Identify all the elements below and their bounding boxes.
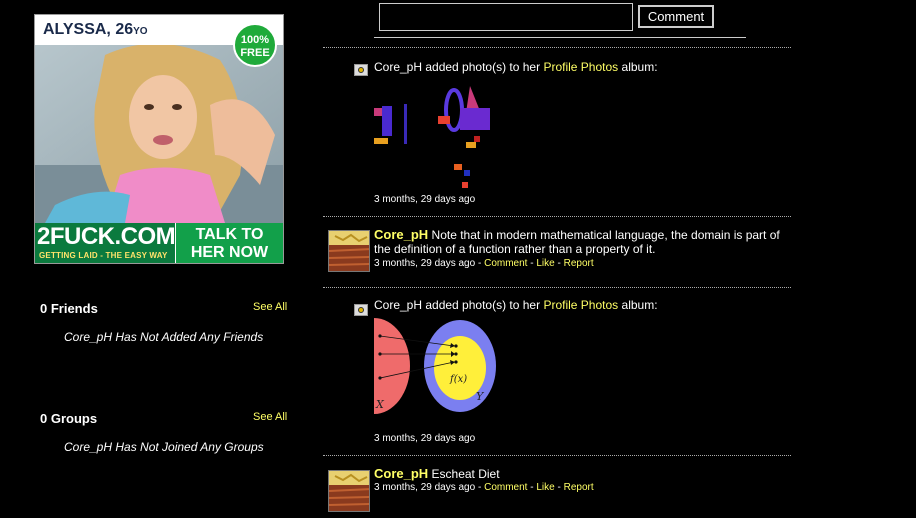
feed-meta: 3 months, 29 days ago - Comment - Like -… (374, 258, 594, 269)
ad-footer[interactable]: 2FUCK.COM GETTING LAID - THE EASY WAY TA… (35, 223, 283, 263)
ad-photo (35, 45, 283, 223)
avatar[interactable] (328, 470, 370, 512)
ad-banner[interactable]: ALYSSA, 26YO 100% FREE 2FUCK.COM GETTING… (34, 14, 284, 264)
feed-photo-thumbnail[interactable]: X f(x) Y (338, 316, 496, 416)
feed-divider (323, 455, 791, 456)
feed-activity-text: Core_pH added photo(s) to her Profile Ph… (374, 298, 658, 312)
comment-input[interactable] (379, 3, 633, 31)
feed-timestamp: 3 months, 29 days ago (374, 258, 476, 269)
feed-timestamp: 3 months, 29 days ago (374, 433, 476, 444)
friends-empty-message: Core_pH Has Not Added Any Friends (64, 330, 264, 344)
diagram-label-x: X (375, 398, 385, 411)
ad-cta-line1: TALK TO (195, 226, 264, 243)
ad-brand-logo: 2FUCK.COM (37, 223, 176, 250)
ad-badge: 100% FREE (233, 23, 277, 67)
like-link[interactable]: Like (536, 482, 554, 493)
report-link[interactable]: Report (564, 482, 594, 493)
feed-status-text: Core_pH Note that in modern mathematical… (374, 227, 780, 257)
profile-photos-link[interactable]: Profile Photos (543, 60, 618, 74)
ad-tagline: GETTING LAID - THE EASY WAY (39, 251, 168, 260)
feed-meta: 3 months, 29 days ago - Comment - Like -… (374, 482, 594, 493)
feed-status-text: Core_pH Escheat Diet (374, 466, 500, 482)
friends-see-all-link[interactable]: See All (253, 301, 287, 313)
photo-album-icon (354, 64, 368, 76)
comment-divider (374, 37, 746, 38)
feed-activity-text: Core_pH added photo(s) to her Profile Ph… (374, 60, 658, 74)
groups-title: 0 Groups (40, 411, 98, 426)
avatar[interactable] (328, 230, 370, 272)
diagram-label-fx: f(x) (449, 374, 467, 385)
photo-album-icon (354, 304, 368, 316)
report-link[interactable]: Report (564, 258, 594, 269)
profile-photos-link[interactable]: Profile Photos (543, 298, 618, 312)
groups-empty-message: Core_pH Has Not Joined Any Groups (64, 440, 264, 454)
feed-divider (323, 47, 791, 48)
username-link[interactable]: Core_pH (374, 466, 428, 481)
like-link[interactable]: Like (536, 258, 554, 269)
friends-title: 0 Friends (40, 301, 98, 316)
ad-cta-line2: HER NOW (190, 244, 269, 261)
feed-timestamp: 3 months, 29 days ago (374, 482, 476, 493)
ad-cta-button[interactable]: TALK TO HER NOW (175, 223, 283, 263)
feed-timestamp: 3 months, 29 days ago (374, 194, 476, 205)
comment-link[interactable]: Comment (484, 258, 527, 269)
groups-see-all-link[interactable]: See All (253, 411, 287, 423)
comment-link[interactable]: Comment (484, 482, 527, 493)
comment-button[interactable]: Comment (638, 5, 714, 28)
feed-divider (323, 287, 791, 288)
username-link[interactable]: Core_pH (374, 227, 428, 242)
feed-photo-thumbnail[interactable] (374, 86, 496, 190)
feed-divider (323, 216, 791, 217)
